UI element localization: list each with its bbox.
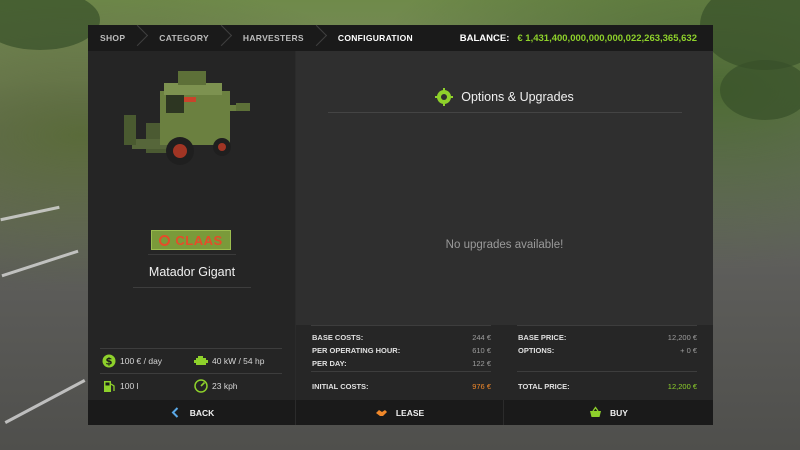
- lease-button-label: LEASE: [395, 407, 425, 418]
- no-upgrades-message: No upgrades available!: [445, 239, 564, 251]
- divider: [100, 348, 282, 349]
- buy-button-label: BUY: [610, 407, 628, 418]
- costs-summary: BASE COSTS: 244 € PER OPERATING HOUR: 61…: [296, 325, 713, 400]
- options-cost-label: OPTIONS:: [518, 346, 555, 355]
- spec-speed-value: 23 kph: [212, 381, 238, 391]
- brand-name: CLAAS: [175, 232, 223, 248]
- spec-cost-per-day-value: 100 € / day: [120, 356, 163, 366]
- total-price-value: 12,200 €: [667, 382, 697, 391]
- road-marking: [0, 205, 60, 222]
- spec-power-value: 40 kW / 54 hp: [212, 356, 265, 366]
- claas-logo-icon: [159, 234, 171, 246]
- background-tree: [720, 60, 800, 120]
- spec-power: 40 kW / 54 hp: [194, 354, 264, 368]
- initial-costs-label: INITIAL COSTS:: [312, 382, 369, 391]
- spec-speed: 23 kph: [194, 379, 238, 393]
- fuel-icon: [104, 381, 115, 392]
- base-costs-value: 244 €: [472, 333, 491, 342]
- breadcrumb-harvesters[interactable]: HARVESTERS: [231, 25, 326, 51]
- divider: [311, 325, 491, 326]
- per-operating-hour-label: PER OPERATING HOUR:: [312, 346, 401, 355]
- chevron-left-icon: [171, 407, 178, 418]
- initial-costs-value: 976 €: [472, 382, 491, 391]
- shopping-basket-icon: [590, 406, 602, 417]
- base-costs-label: BASE COSTS:: [312, 333, 364, 342]
- divider: [517, 325, 697, 326]
- wrench-gear-icon: [435, 88, 454, 106]
- combine-harvester-image: [124, 71, 250, 165]
- per-day-label: PER DAY:: [312, 359, 347, 368]
- spec-capacity-value: 100 l: [120, 381, 139, 391]
- road-marking: [4, 379, 86, 424]
- svg-text:$: $: [106, 357, 113, 368]
- base-price-label: BASE PRICE:: [518, 333, 567, 342]
- balance-display: BALANCE: € 1,431,400,000,000,000,022,263…: [460, 33, 713, 44]
- divider: [517, 371, 697, 372]
- spec-cost-per-day: $ 100 € / day: [102, 354, 162, 368]
- vehicle-info-panel: CLAAS Matador Gigant $ 100 € / day 40 kW…: [88, 51, 295, 400]
- action-bar: BACK LEASE BUY: [88, 400, 713, 425]
- breadcrumb-shop[interactable]: SHOP: [88, 25, 147, 51]
- lease-button[interactable]: LEASE: [296, 400, 504, 425]
- road-marking: [1, 249, 79, 278]
- buy-button[interactable]: BUY: [504, 400, 713, 425]
- back-button[interactable]: BACK: [88, 400, 296, 425]
- total-price-label: TOTAL PRICE:: [518, 382, 570, 391]
- divider: [133, 287, 251, 288]
- divider: [100, 373, 282, 374]
- base-price-value: 12,200 €: [667, 333, 697, 342]
- speedometer-icon: [194, 379, 208, 393]
- per-operating-hour-value: 610 €: [472, 346, 491, 355]
- breadcrumb: SHOP CATEGORY HARVESTERS CONFIGURATION B…: [88, 25, 713, 51]
- back-button-label: BACK: [189, 407, 215, 418]
- handshake-icon: [375, 410, 387, 416]
- options-title-text: Options & Upgrades: [461, 90, 574, 104]
- breadcrumb-category[interactable]: CATEGORY: [147, 25, 231, 51]
- brand-logo: CLAAS: [151, 230, 231, 250]
- per-day-value: 122 €: [472, 359, 491, 368]
- divider: [148, 254, 236, 255]
- background-tree: [0, 0, 100, 50]
- options-cost-value: + 0 €: [680, 346, 697, 355]
- balance-label: BALANCE:: [459, 32, 510, 44]
- engine-icon: [194, 356, 208, 365]
- divider: [311, 371, 491, 372]
- vehicle-model-name: Matador Gigant: [148, 265, 236, 279]
- divider: [328, 112, 682, 113]
- options-title: Options & Upgrades: [296, 88, 713, 106]
- balance-value: € 1,431,400,000,000,000,022,263,365,632: [517, 32, 697, 44]
- background-tree: [700, 0, 800, 70]
- shop-configuration-window: SHOP CATEGORY HARVESTERS CONFIGURATION B…: [88, 25, 713, 425]
- money-icon: $: [102, 354, 116, 368]
- spec-capacity: 100 l: [102, 379, 138, 393]
- breadcrumb-configuration: CONFIGURATION: [337, 33, 413, 43]
